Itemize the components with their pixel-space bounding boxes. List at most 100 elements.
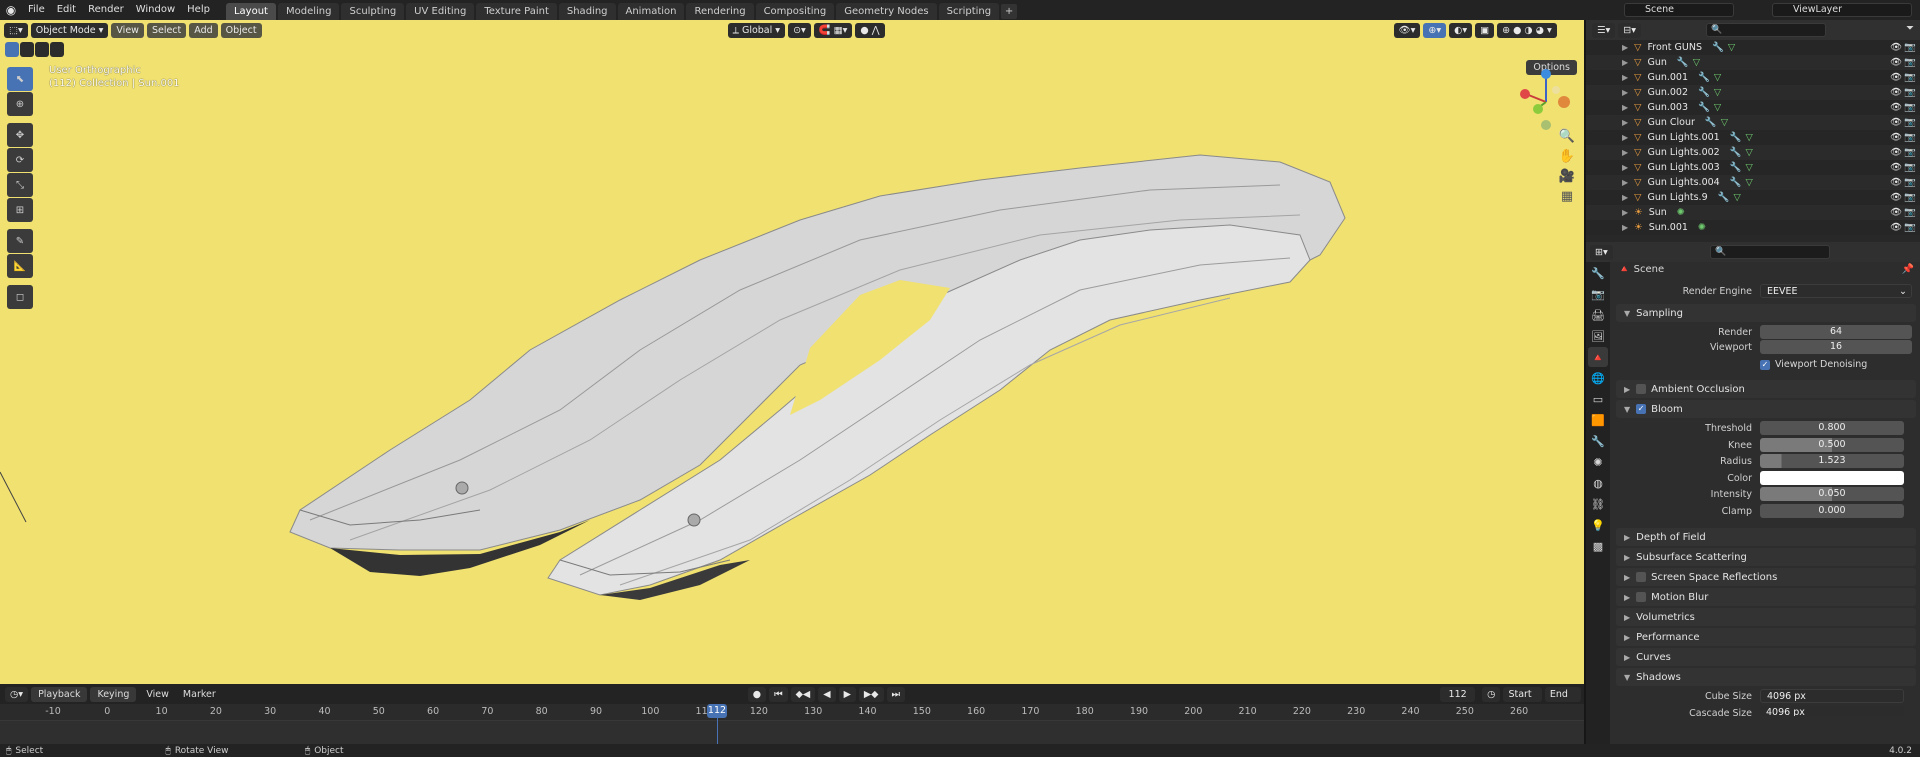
render-camera-icon[interactable]: 📷: [1904, 207, 1916, 218]
visibility-eye-icon[interactable]: 👁: [1890, 102, 1902, 113]
tab-modeling[interactable]: Modeling: [277, 3, 340, 20]
render-camera-icon[interactable]: 📷: [1904, 162, 1916, 173]
physics-tab-icon[interactable]: ◍: [1588, 473, 1608, 493]
outliner-row[interactable]: ▶ ☀ Sun.001 ✺ 👁 📷: [1586, 220, 1920, 235]
outliner-row[interactable]: ▶ ▽ Gun Clour 🔧 ▽ 👁 📷: [1586, 115, 1920, 130]
motion-blur-panel-header[interactable]: ▶ Motion Blur: [1616, 588, 1916, 606]
tab-rendering[interactable]: Rendering: [686, 3, 754, 20]
timeline-editor[interactable]: ◷▾ Playback ▾ Keying ▾ View Marker ● ⏮ ◆…: [0, 684, 1584, 744]
tab-sculpting[interactable]: Sculpting: [341, 3, 405, 20]
record-button[interactable]: ●: [747, 686, 767, 702]
menu-render[interactable]: Render: [82, 0, 130, 20]
viewport-denoising-checkbox[interactable]: ✓ Viewport Denoising: [1760, 359, 1867, 370]
jump-end-button[interactable]: ⏭: [886, 686, 906, 702]
outliner-row[interactable]: ▶ ▽ Gun Lights.001 🔧 ▽ 👁 📷: [1586, 130, 1920, 145]
modifier-tab-icon[interactable]: 🔧: [1588, 431, 1608, 451]
properties-editor[interactable]: ⊞▾ 🔍 🔧 📷 🖨 🖼 🔺 🌐 ▭ 🟧 🔧 ✺ ◍ ⛓ 💡 ▩ 🔺 Scene…: [1584, 242, 1920, 744]
expand-arrow-icon[interactable]: ▶: [1622, 178, 1628, 187]
render-camera-icon[interactable]: 📷: [1904, 117, 1916, 128]
screen-space-reflections-panel-header[interactable]: ▶ Screen Space Reflections: [1616, 568, 1916, 586]
threshold-field[interactable]: 0.800: [1760, 421, 1904, 435]
curves-panel-header[interactable]: ▶ Curves: [1616, 648, 1916, 666]
expand-arrow-icon[interactable]: ▶: [1622, 223, 1628, 232]
outliner-row[interactable]: ▶ ▽ Gun Lights.003 🔧 ▽ 👁 📷: [1586, 160, 1920, 175]
shadows-panel-header[interactable]: ▼ Shadows: [1616, 668, 1916, 686]
render-camera-icon[interactable]: 📷: [1904, 57, 1916, 68]
filter-icon[interactable]: ⏷: [1906, 23, 1914, 34]
data-tab-icon[interactable]: 💡: [1588, 515, 1608, 535]
visibility-eye-icon[interactable]: 👁: [1890, 57, 1902, 68]
tab-animation[interactable]: Animation: [617, 3, 685, 20]
bloom-checkbox[interactable]: ✓: [1636, 404, 1647, 414]
tab-layout[interactable]: Layout: [225, 3, 276, 20]
outliner-row[interactable]: ▶ ▽ Gun Lights.004 🔧 ▽ 👁 📷: [1586, 175, 1920, 190]
world-tab-icon[interactable]: 🌐: [1588, 368, 1608, 388]
outliner-row[interactable]: ▶ ☀ Sun ✺ 👁 📷: [1586, 205, 1920, 220]
expand-arrow-icon[interactable]: ▶: [1622, 73, 1628, 82]
ambient-occlusion-panel-header[interactable]: ▶ Ambient Occlusion: [1616, 380, 1916, 398]
properties-search-input[interactable]: 🔍: [1710, 245, 1830, 259]
performance-panel-header[interactable]: ▶ Performance: [1616, 628, 1916, 646]
pin-icon[interactable]: 📌: [1902, 264, 1914, 275]
render-camera-icon[interactable]: 📷: [1904, 192, 1916, 203]
bloom-color-swatch[interactable]: [1760, 471, 1904, 485]
spaceship-model[interactable]: [0, 20, 1584, 684]
motion-blur-checkbox[interactable]: [1636, 592, 1647, 602]
menu-window[interactable]: Window: [130, 0, 181, 20]
render-camera-icon[interactable]: 📷: [1904, 147, 1916, 158]
scene-selector[interactable]: Scene: [1624, 3, 1734, 17]
menu-playback[interactable]: Playback ▾: [31, 686, 88, 715]
tab-geometry-nodes[interactable]: Geometry Nodes: [836, 3, 937, 20]
visibility-eye-icon[interactable]: 👁: [1890, 177, 1902, 188]
cascade-size-dropdown[interactable]: 4096 px: [1760, 706, 1904, 716]
outliner-row[interactable]: ▶ ▽ Gun Lights.002 🔧 ▽ 👁 📷: [1586, 145, 1920, 160]
expand-arrow-icon[interactable]: ▶: [1622, 103, 1628, 112]
collection-tab-icon[interactable]: ▭: [1588, 389, 1608, 409]
timeline-track[interactable]: [0, 720, 1584, 744]
depth-of-field-panel-header[interactable]: ▶ Depth of Field: [1616, 528, 1916, 546]
outliner-search-input[interactable]: 🔍: [1706, 23, 1826, 37]
output-tab-icon[interactable]: 🖨: [1588, 305, 1608, 325]
render-camera-icon[interactable]: 📷: [1904, 132, 1916, 143]
scene-tab-icon[interactable]: 🔺: [1588, 347, 1608, 367]
particles-tab-icon[interactable]: ✺: [1588, 452, 1608, 472]
playhead[interactable]: 112: [707, 704, 727, 718]
clamp-field[interactable]: 0.000: [1760, 504, 1904, 518]
render-camera-icon[interactable]: 📷: [1904, 222, 1916, 233]
start-frame-field[interactable]: Start 1: [1503, 686, 1542, 715]
play-reverse-button[interactable]: ◀: [818, 686, 836, 702]
object-tab-icon[interactable]: 🟧: [1588, 410, 1608, 430]
render-camera-icon[interactable]: 📷: [1904, 177, 1916, 188]
end-frame-field[interactable]: End 250: [1544, 686, 1581, 715]
constraints-tab-icon[interactable]: ⛓: [1588, 494, 1608, 514]
sampling-panel-header[interactable]: ▼ Sampling: [1616, 304, 1916, 322]
texture-tab-icon[interactable]: ▩: [1588, 536, 1608, 556]
visibility-eye-icon[interactable]: 👁: [1890, 72, 1902, 83]
render-camera-icon[interactable]: 📷: [1904, 72, 1916, 83]
ssr-checkbox[interactable]: [1636, 572, 1647, 582]
menu-timeline-view[interactable]: View: [139, 689, 176, 700]
expand-arrow-icon[interactable]: ▶: [1622, 193, 1628, 202]
visibility-eye-icon[interactable]: 👁: [1890, 42, 1902, 53]
add-workspace-button[interactable]: +: [1001, 4, 1018, 19]
menu-marker[interactable]: Marker: [176, 689, 223, 700]
intensity-slider[interactable]: 0.050: [1760, 487, 1904, 501]
expand-arrow-icon[interactable]: ▶: [1622, 148, 1628, 157]
view-layer-selector[interactable]: ViewLayer: [1772, 3, 1912, 17]
jump-start-button[interactable]: ⏮: [769, 686, 788, 702]
outliner-row[interactable]: ▶ ▽ Gun 🔧 ▽ 👁 📷: [1586, 55, 1920, 70]
visibility-eye-icon[interactable]: 👁: [1890, 162, 1902, 173]
view-layer-tab-icon[interactable]: 🖼: [1588, 326, 1608, 346]
prev-keyframe-button[interactable]: ◆◀: [790, 686, 816, 702]
render-camera-icon[interactable]: 📷: [1904, 87, 1916, 98]
outliner-row[interactable]: ▶ ▽ Front GUNS 🔧 ▽ 👁 📷: [1586, 40, 1920, 55]
outliner-row[interactable]: ▶ ▽ Gun.001 🔧 ▽ 👁 📷: [1586, 70, 1920, 85]
tool-tab-icon[interactable]: 🔧: [1588, 263, 1608, 283]
expand-arrow-icon[interactable]: ▶: [1622, 133, 1628, 142]
frame-ruler[interactable]: -10 0 10 20 30 40 50 60 70 80 90 100 110 120 130 140 150…: [0, 704, 1584, 720]
subsurface-scattering-panel-header[interactable]: ▶ Subsurface Scattering: [1616, 548, 1916, 566]
render-tab-icon[interactable]: 📷: [1588, 284, 1608, 304]
render-camera-icon[interactable]: 📷: [1904, 42, 1916, 53]
menu-help[interactable]: Help: [181, 0, 216, 20]
expand-arrow-icon[interactable]: ▶: [1622, 88, 1628, 97]
